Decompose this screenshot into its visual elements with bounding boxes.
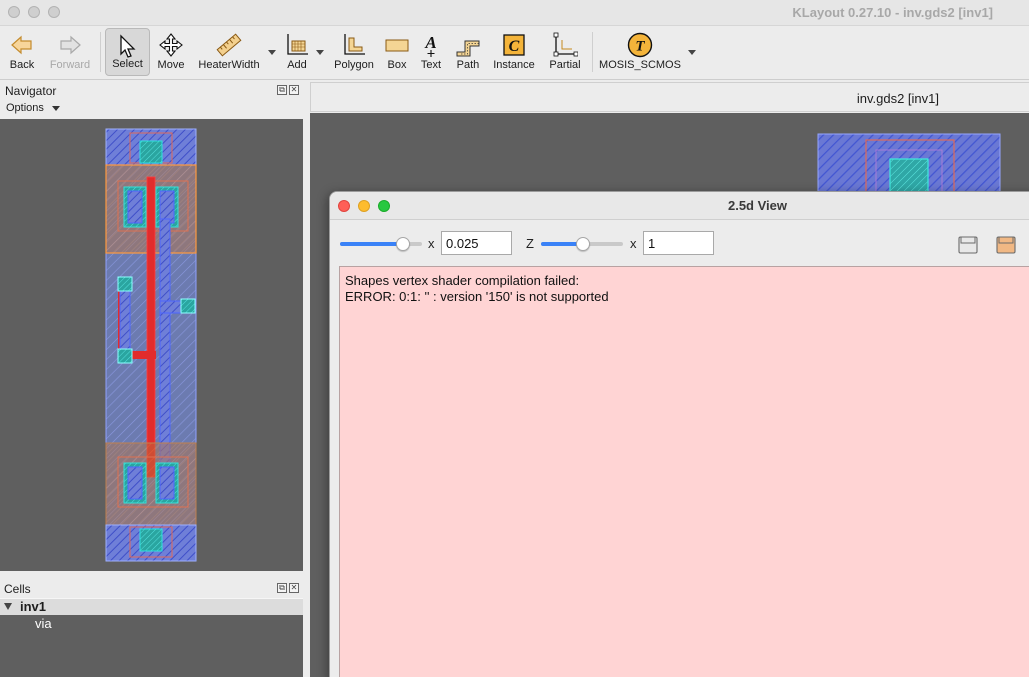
- layout-view-tab[interactable]: inv.gds2 [inv1]: [310, 82, 1029, 112]
- float-icon[interactable]: ⧉: [277, 583, 287, 593]
- svg-text:T: T: [635, 39, 645, 55]
- error-message-line-2: ERROR: 0:1: '' : version '150' is not su…: [345, 289, 609, 304]
- scale-z-slider[interactable]: [541, 234, 623, 254]
- close-icon[interactable]: ✕: [289, 583, 299, 593]
- navigator-dock-buttons: ⧉ ✕: [277, 85, 301, 97]
- ruler-icon: [216, 33, 242, 57]
- box-tool-button[interactable]: Box: [384, 28, 410, 76]
- chevron-down-icon[interactable]: [688, 50, 696, 55]
- dock-splitter[interactable]: [0, 571, 303, 579]
- polygon-tool-button[interactable]: Polygon: [333, 28, 375, 76]
- back-button[interactable]: Back: [6, 28, 38, 76]
- scale-z-input[interactable]: [643, 231, 714, 255]
- text-A-icon: A: [424, 33, 437, 57]
- window-titlebar: KLayout 0.27.10 - inv.gds2 [inv1]: [0, 0, 1029, 26]
- cells-title: Cells: [4, 582, 31, 596]
- front-view-icon[interactable]: [957, 233, 979, 255]
- toolbar-separator: [100, 32, 101, 72]
- navigator-canvas[interactable]: [0, 119, 303, 571]
- partial-tool-button[interactable]: Partial: [546, 28, 584, 76]
- cells-tree[interactable]: inv1 via via: [0, 598, 303, 677]
- chevron-down-icon[interactable]: [268, 50, 276, 55]
- view-25d-dialog: 2.5d View x Z x Shapes vertex shader com…: [329, 191, 1029, 677]
- select-tool-button[interactable]: Select: [105, 28, 150, 76]
- path-icon: [456, 40, 480, 57]
- navigator-options-label: Options: [6, 102, 44, 114]
- partial-edit-icon: [553, 32, 578, 57]
- move-arrows-icon: [159, 33, 183, 57]
- close-icon[interactable]: ✕: [289, 85, 299, 95]
- chevron-down-icon: [51, 105, 60, 111]
- close-window-button[interactable]: [8, 6, 20, 18]
- slider-knob[interactable]: [396, 237, 410, 251]
- move-tool-button[interactable]: Move: [154, 28, 188, 76]
- cursor-icon: [119, 34, 136, 58]
- cells-dock-buttons: ⧉ ✕: [277, 583, 301, 595]
- svg-text:A: A: [424, 33, 436, 52]
- arrow-left-icon: [11, 35, 32, 55]
- z-label: Z: [526, 236, 534, 251]
- tab-title: inv.gds2 [inv1]: [856, 91, 939, 106]
- scale-x-label: x: [428, 236, 435, 251]
- arrow-right-icon: [60, 35, 81, 55]
- box-icon: [385, 39, 409, 52]
- scale-x-slider[interactable]: [340, 234, 422, 254]
- slider-knob[interactable]: [576, 237, 590, 251]
- float-icon[interactable]: ⧉: [277, 85, 287, 95]
- polygon-icon: [344, 34, 365, 55]
- instance-C-icon: C: [503, 34, 525, 56]
- window-title: KLayout 0.27.10 - inv.gds2 [inv1]: [792, 5, 993, 20]
- minimize-window-button[interactable]: [28, 6, 40, 18]
- expand-triangle-icon[interactable]: [4, 603, 12, 610]
- path-tool-button[interactable]: Path: [454, 28, 482, 76]
- main-splitter[interactable]: [303, 80, 310, 677]
- cell-tree-item-via-label[interactable]: via: [0, 616, 303, 632]
- instance-tool-button[interactable]: C Instance: [491, 28, 537, 76]
- svg-text:C: C: [509, 38, 520, 55]
- add-tool-button[interactable]: Add: [282, 28, 312, 76]
- tech-select-button[interactable]: T MOSIS_SCMOS: [599, 28, 681, 76]
- zoom-window-button[interactable]: [48, 6, 60, 18]
- add-grid-icon: [287, 34, 308, 55]
- top-view-icon[interactable]: [995, 233, 1017, 255]
- dialog-title: 2.5d View: [727, 198, 787, 213]
- error-message-line-1: Shapes vertex shader compilation failed:: [345, 273, 580, 288]
- dialog-titlebar: 2.5d View: [330, 192, 1029, 220]
- toolbar-separator: [592, 32, 593, 72]
- scale-z-label: x: [630, 236, 637, 251]
- text-tool-button[interactable]: A Text: [418, 28, 444, 76]
- forward-button[interactable]: Forward: [48, 28, 92, 76]
- navigator-layout-view: [105, 128, 197, 562]
- navigator-title: Navigator: [5, 84, 57, 98]
- slider-fill: [340, 242, 402, 246]
- tech-T-icon: T: [627, 32, 653, 58]
- heater-width-tool-button[interactable]: HeaterWidth: [196, 28, 262, 76]
- navigator-options-menu[interactable]: Options: [6, 102, 60, 114]
- shader-error-panel: Shapes vertex shader compilation failed:…: [339, 266, 1029, 677]
- main-toolbar: Back Forward Select Move HeaterWidth Add…: [0, 26, 1029, 80]
- chevron-down-icon[interactable]: [316, 50, 324, 55]
- scale-x-input[interactable]: [441, 231, 512, 255]
- cell-tree-item-inv1[interactable]: inv1: [0, 599, 303, 615]
